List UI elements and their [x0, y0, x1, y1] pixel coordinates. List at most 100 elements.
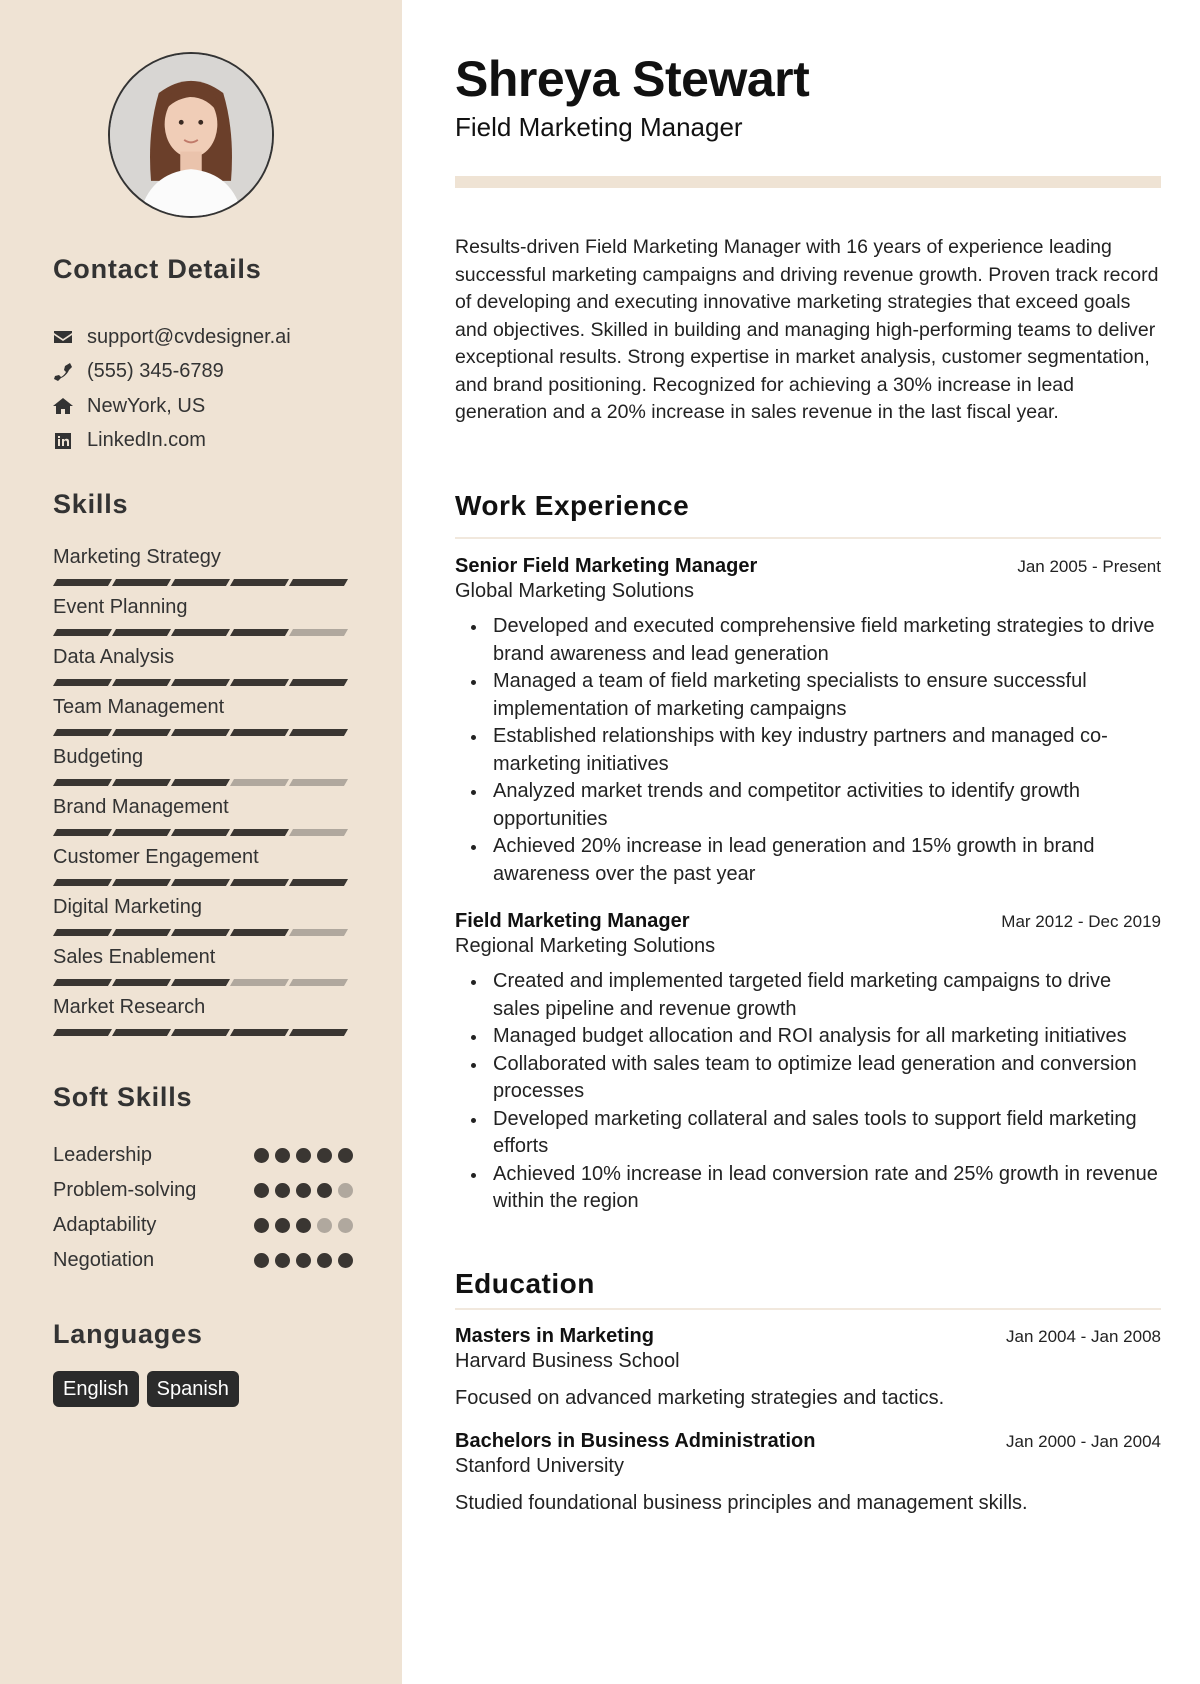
- rating-dot-filled: [254, 1218, 269, 1233]
- job-bullet: Managed budget allocation and ROI analys…: [455, 1023, 1161, 1051]
- rating-segment-empty: [229, 779, 290, 786]
- work-divider: [455, 537, 1161, 539]
- skill-rating-bar: [52, 929, 353, 936]
- skill-item: Market Research: [52, 995, 353, 1045]
- language-badge: English: [53, 1371, 139, 1407]
- candidate-title: Field Marketing Manager: [455, 112, 743, 142]
- rating-segment-filled: [229, 679, 290, 686]
- rating-segment-filled: [170, 579, 231, 586]
- rating-dot-filled: [296, 1183, 311, 1198]
- rating-segment-filled: [52, 979, 113, 986]
- rating-segment-filled: [52, 579, 113, 586]
- soft-skill-label: Leadership: [53, 1144, 152, 1166]
- rating-segment-filled: [170, 929, 231, 936]
- education-entry: Masters in Marketing Jan 2004 - Jan 2008…: [455, 1325, 1161, 1410]
- rating-dot-filled: [275, 1218, 290, 1233]
- contact-phone[interactable]: (555) 345-6789: [53, 355, 291, 390]
- soft-skill-rating: [254, 1183, 353, 1198]
- soft-skill-label: Problem-solving: [53, 1179, 197, 1201]
- profile-photo: [108, 52, 274, 218]
- contact-list: support@cvdesigner.ai (555) 345-6789 New…: [53, 320, 291, 458]
- education-degree: Masters in Marketing: [455, 1325, 654, 1347]
- rating-segment-filled: [229, 579, 290, 586]
- rating-segment-filled: [111, 829, 172, 836]
- envelope-icon: [53, 327, 73, 347]
- rating-segment-filled: [111, 629, 172, 636]
- language-badge: Spanish: [146, 1371, 239, 1407]
- rating-segment-filled: [52, 929, 113, 936]
- skill-rating-bar: [52, 829, 353, 836]
- rating-segment-filled: [52, 779, 113, 786]
- home-icon: [53, 396, 73, 416]
- work-heading: Work Experience: [455, 490, 690, 521]
- rating-dot-filled: [254, 1183, 269, 1198]
- rating-segment-filled: [170, 629, 231, 636]
- rating-segment-filled: [52, 679, 113, 686]
- skill-label: Brand Management: [53, 796, 229, 818]
- skills-heading: Skills: [53, 489, 129, 519]
- skill-rating-bar: [52, 1029, 353, 1036]
- rating-segment-filled: [111, 1029, 172, 1036]
- rating-segment-empty: [288, 979, 349, 986]
- education-school: Stanford University: [455, 1455, 624, 1477]
- skill-rating-bar: [52, 979, 353, 986]
- rating-segment-filled: [229, 829, 290, 836]
- rating-segment-filled: [229, 929, 290, 936]
- contact-linkedin-text: LinkedIn.com: [87, 429, 206, 452]
- rating-dot-filled: [296, 1218, 311, 1233]
- rating-dot-filled: [275, 1183, 290, 1198]
- skill-item: Budgeting: [52, 745, 353, 795]
- skill-label: Budgeting: [53, 746, 144, 768]
- job-bullet: Developed marketing collateral and sales…: [455, 1106, 1161, 1161]
- rating-segment-filled: [111, 679, 172, 686]
- rating-segment-filled: [288, 729, 349, 736]
- skill-rating-bar: [52, 879, 353, 886]
- soft-skill-label: Adaptability: [53, 1214, 157, 1236]
- soft-skill-rating: [254, 1148, 353, 1163]
- contact-linkedin[interactable]: LinkedIn.com: [53, 424, 291, 459]
- job-bullet: Achieved 20% increase in lead generation…: [455, 833, 1161, 888]
- skill-rating-bar: [52, 679, 353, 686]
- skill-item: Digital Marketing: [52, 895, 353, 945]
- job-bullet: Developed and executed comprehensive fie…: [455, 613, 1161, 668]
- skill-rating-bar: [52, 629, 353, 636]
- rating-segment-filled: [229, 1029, 290, 1036]
- rating-segment-filled: [170, 729, 231, 736]
- contact-email-text: support@cvdesigner.ai: [87, 325, 291, 348]
- rating-segment-filled: [111, 579, 172, 586]
- rating-segment-filled: [111, 779, 172, 786]
- rating-segment-filled: [52, 629, 113, 636]
- job-company: Global Marketing Solutions: [455, 580, 695, 602]
- rating-dot-filled: [254, 1148, 269, 1163]
- rating-segment-filled: [229, 629, 290, 636]
- soft-skill-item: Leadership: [53, 1138, 353, 1173]
- rating-segment-empty: [288, 629, 349, 636]
- job-title: Senior Field Marketing Manager: [455, 555, 758, 577]
- rating-segment-empty: [288, 929, 349, 936]
- rating-dot-empty: [317, 1218, 332, 1233]
- skill-item: Event Planning: [52, 595, 353, 645]
- job-bullets: Created and implemented targeted field m…: [455, 968, 1161, 1216]
- rating-dot-empty: [338, 1183, 353, 1198]
- soft-skills-heading: Soft Skills: [53, 1082, 193, 1112]
- job-bullet: Created and implemented targeted field m…: [455, 968, 1161, 1023]
- rating-segment-filled: [170, 1029, 231, 1036]
- rating-segment-filled: [111, 879, 172, 886]
- contact-email[interactable]: support@cvdesigner.ai: [53, 320, 291, 355]
- rating-segment-filled: [288, 579, 349, 586]
- rating-segment-filled: [111, 929, 172, 936]
- rating-segment-filled: [52, 729, 113, 736]
- skill-item: Brand Management: [52, 795, 353, 845]
- rating-dot-filled: [275, 1148, 290, 1163]
- education-heading: Education: [455, 1268, 595, 1299]
- languages-heading: Languages: [53, 1319, 203, 1349]
- rating-segment-filled: [229, 879, 290, 886]
- job-bullets: Developed and executed comprehensive fie…: [455, 613, 1161, 888]
- job-entry: Senior Field Marketing Manager Jan 2005 …: [455, 555, 1161, 888]
- skill-rating-bar: [52, 729, 353, 736]
- skill-rating-bar: [52, 779, 353, 786]
- job-bullet: Analyzed market trends and competitor ac…: [455, 778, 1161, 833]
- job-bullet: Achieved 10% increase in lead conversion…: [455, 1161, 1161, 1216]
- rating-dot-filled: [338, 1148, 353, 1163]
- sidebar: Contact Details support@cvdesigner.ai (5…: [0, 0, 402, 1684]
